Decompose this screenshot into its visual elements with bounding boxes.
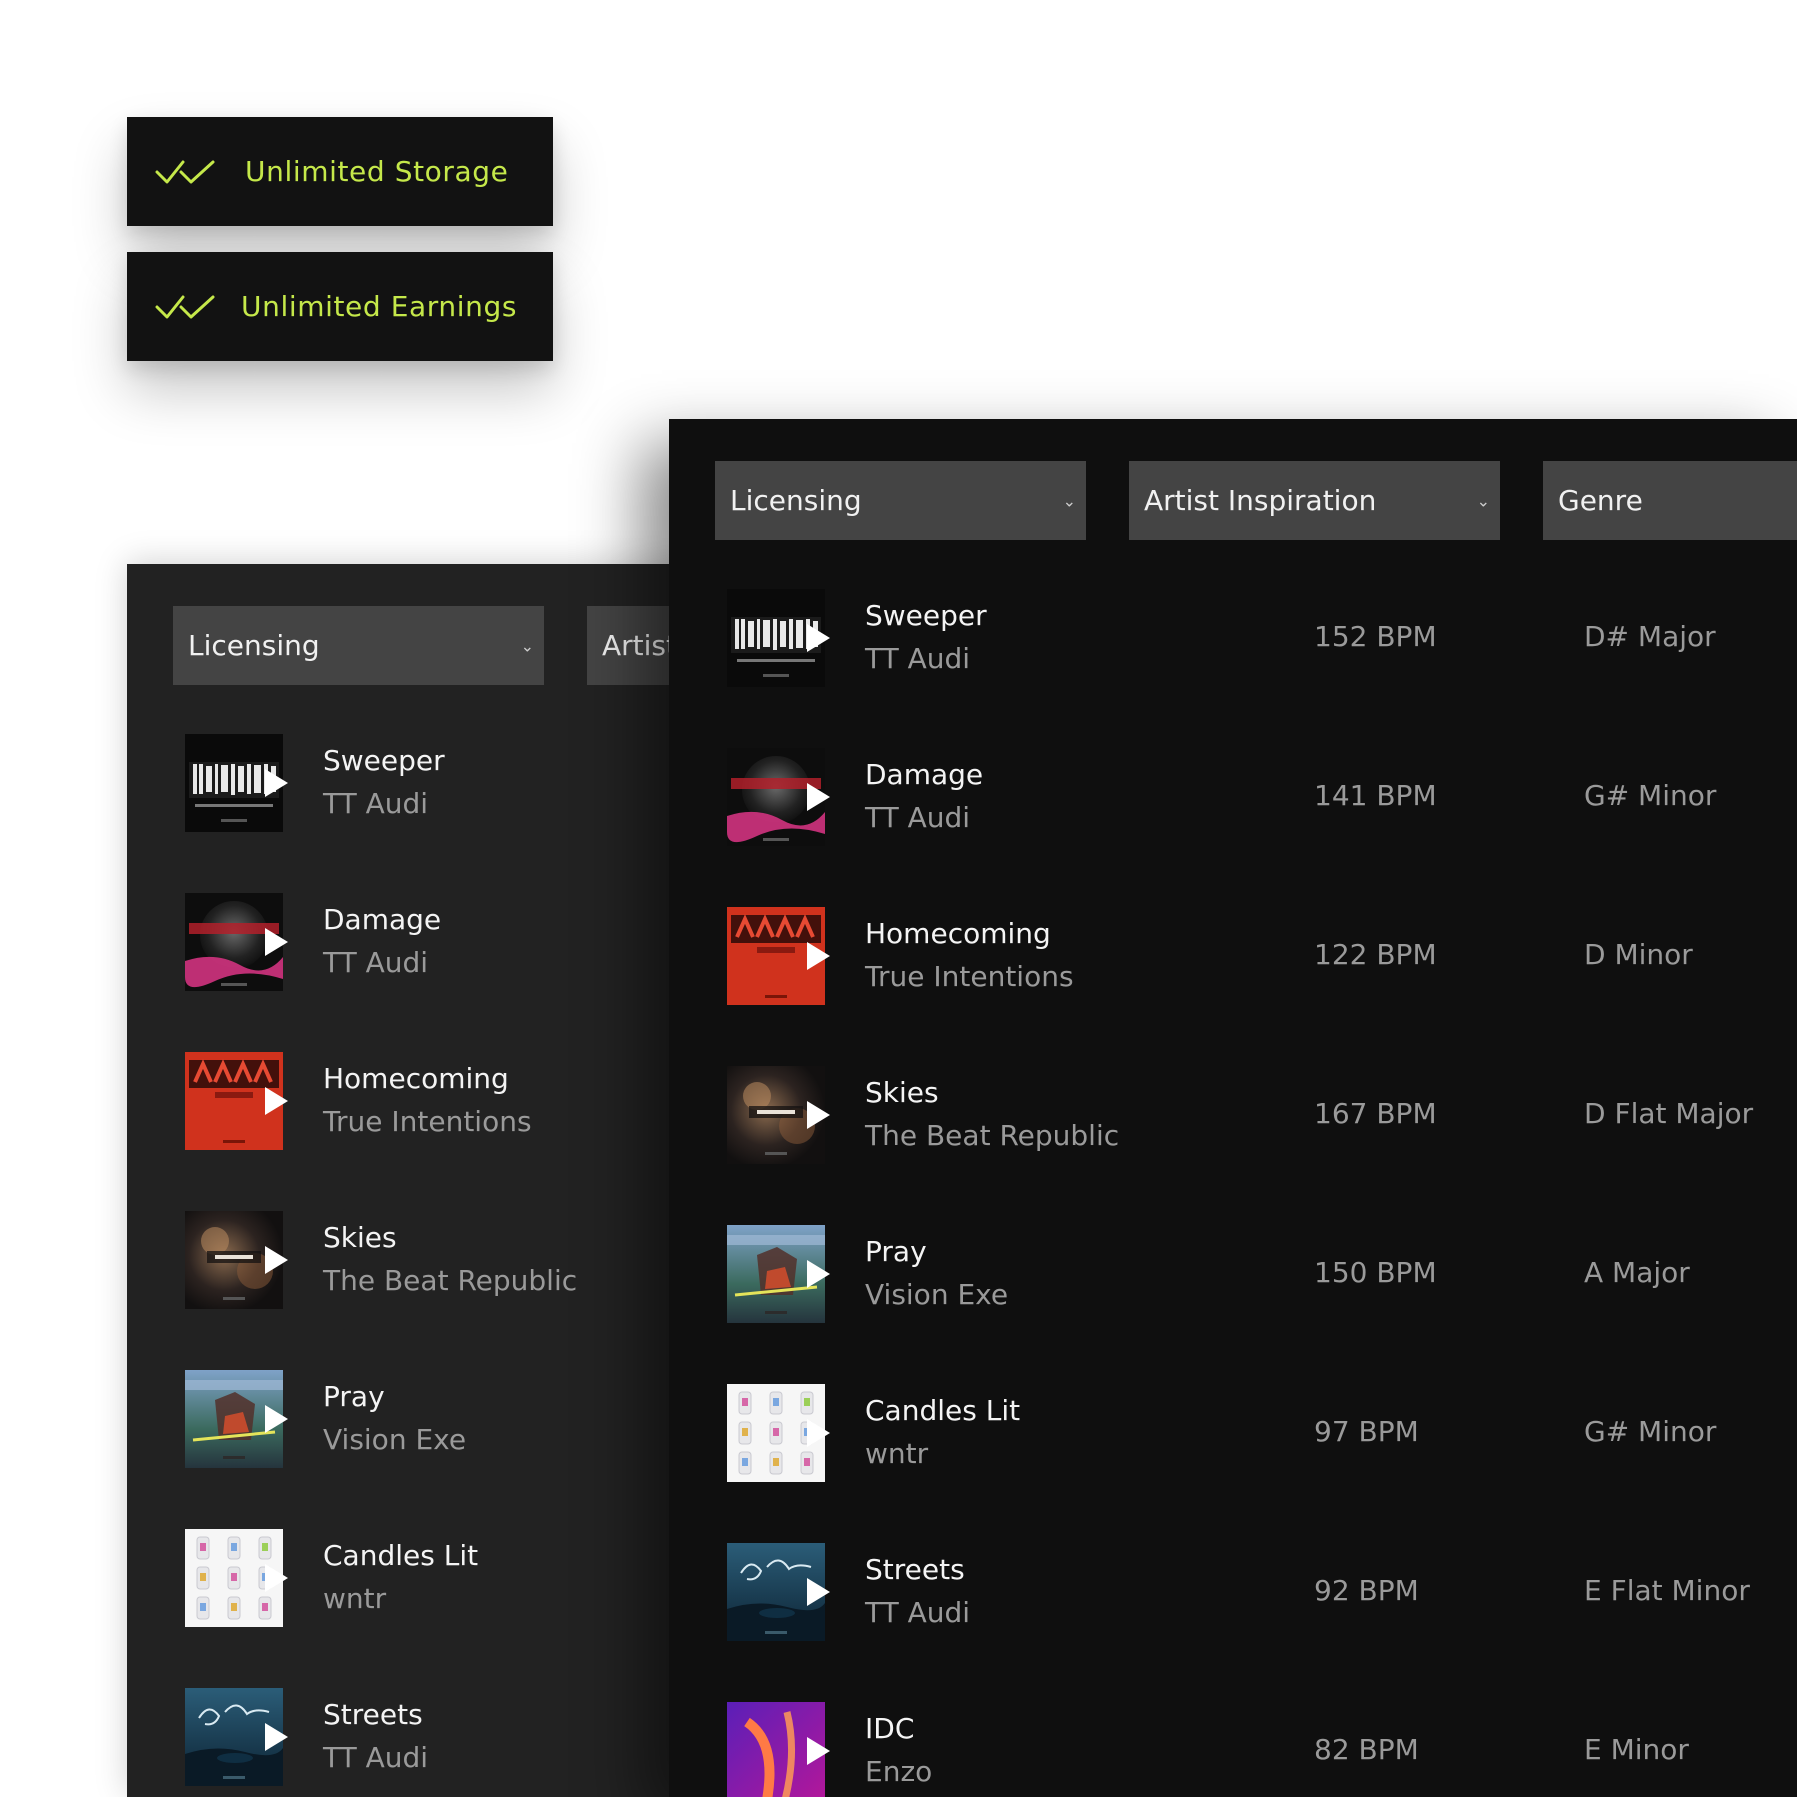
track-row[interactable]: Skies The Beat Republic 167 BPM D Flat M… bbox=[669, 1066, 1797, 1225]
track-title: Skies bbox=[323, 1221, 397, 1254]
filter-genre[interactable]: Genre bbox=[1543, 461, 1797, 540]
track-key: E Minor bbox=[1584, 1733, 1689, 1766]
track-artist: wntr bbox=[323, 1582, 387, 1615]
track-title: Streets bbox=[323, 1698, 423, 1731]
play-icon[interactable] bbox=[807, 942, 830, 970]
track-bpm: 152 BPM bbox=[1314, 620, 1437, 653]
track-bpm: 97 BPM bbox=[1314, 1415, 1419, 1448]
feature-label: Unlimited Storage bbox=[245, 155, 509, 188]
play-icon[interactable] bbox=[807, 1419, 830, 1447]
play-icon[interactable] bbox=[807, 1101, 830, 1129]
filter-label: Artist bbox=[602, 629, 677, 662]
filter-label: Licensing bbox=[730, 484, 862, 517]
track-artist: TT Audi bbox=[323, 787, 429, 820]
track-key: D Minor bbox=[1584, 938, 1693, 971]
filter-label: Artist Inspiration bbox=[1144, 484, 1377, 517]
track-title: Pray bbox=[865, 1235, 927, 1268]
track-key: A Major bbox=[1584, 1256, 1690, 1289]
filter-licensing[interactable]: Licensing ⌄ bbox=[715, 461, 1086, 540]
play-icon[interactable] bbox=[265, 1405, 288, 1433]
chevron-down-icon: ⌄ bbox=[1476, 491, 1490, 510]
filter-label: Genre bbox=[1558, 484, 1643, 517]
feature-label: Unlimited Earnings bbox=[241, 290, 518, 323]
track-artist: TT Audi bbox=[865, 801, 971, 834]
track-list-panel-front: Licensing ⌄ Artist Inspiration ⌄ Genre S… bbox=[669, 419, 1797, 1797]
track-artist: TT Audi bbox=[323, 946, 429, 979]
track-row[interactable]: Sweeper TT Audi 152 BPM D# Major bbox=[669, 589, 1797, 748]
track-artist: TT Audi bbox=[323, 1741, 429, 1774]
play-icon[interactable] bbox=[807, 624, 830, 652]
double-check-icon bbox=[155, 160, 215, 183]
track-row[interactable]: Candles Lit wntr 97 BPM G# Minor bbox=[669, 1384, 1797, 1543]
track-bpm: 82 BPM bbox=[1314, 1733, 1419, 1766]
filter-licensing[interactable]: Licensing ⌄ bbox=[173, 606, 544, 685]
track-bpm: 150 BPM bbox=[1314, 1256, 1437, 1289]
track-title: Pray bbox=[323, 1380, 385, 1413]
track-title: Sweeper bbox=[865, 599, 987, 632]
play-icon[interactable] bbox=[807, 1737, 830, 1765]
track-bpm: 141 BPM bbox=[1314, 779, 1437, 812]
track-row[interactable]: Pray Vision Exe 150 BPM A Major bbox=[669, 1225, 1797, 1384]
track-row[interactable]: Damage TT Audi 141 BPM G# Minor bbox=[669, 748, 1797, 907]
play-icon[interactable] bbox=[265, 1087, 288, 1115]
track-title: IDC bbox=[865, 1712, 915, 1745]
play-icon[interactable] bbox=[807, 783, 830, 811]
track-title: Homecoming bbox=[323, 1062, 509, 1095]
play-icon[interactable] bbox=[265, 1723, 288, 1751]
play-icon[interactable] bbox=[265, 1564, 288, 1592]
track-bpm: 167 BPM bbox=[1314, 1097, 1437, 1130]
track-artist: Vision Exe bbox=[865, 1278, 1009, 1311]
track-title: Damage bbox=[865, 758, 984, 791]
play-icon[interactable] bbox=[265, 769, 288, 797]
track-artist: True Intentions bbox=[865, 960, 1074, 993]
track-row[interactable]: Streets TT Audi 92 BPM E Flat Minor bbox=[669, 1543, 1797, 1702]
track-row[interactable]: Homecoming True Intentions 122 BPM D Min… bbox=[669, 907, 1797, 1066]
chevron-down-icon: ⌄ bbox=[1062, 491, 1076, 510]
track-bpm: 92 BPM bbox=[1314, 1574, 1419, 1607]
track-title: Skies bbox=[865, 1076, 939, 1109]
track-key: D Flat Major bbox=[1584, 1097, 1754, 1130]
track-artist: wntr bbox=[865, 1437, 929, 1470]
track-title: Homecoming bbox=[865, 917, 1051, 950]
play-icon[interactable] bbox=[265, 928, 288, 956]
filter-artist-inspiration[interactable]: Artist Inspiration ⌄ bbox=[1129, 461, 1500, 540]
track-title: Damage bbox=[323, 903, 442, 936]
track-key: D# Major bbox=[1584, 620, 1716, 653]
track-artist: True Intentions bbox=[323, 1105, 532, 1138]
track-key: G# Minor bbox=[1584, 1415, 1717, 1448]
chevron-down-icon: ⌄ bbox=[520, 636, 534, 655]
track-artist: TT Audi bbox=[865, 1596, 971, 1629]
track-artist: TT Audi bbox=[865, 642, 971, 675]
track-title: Candles Lit bbox=[865, 1394, 1021, 1427]
feature-badge-earnings: Unlimited Earnings bbox=[127, 252, 553, 361]
track-artist: Vision Exe bbox=[323, 1423, 467, 1456]
track-key: E Flat Minor bbox=[1584, 1574, 1750, 1607]
play-icon[interactable] bbox=[265, 1246, 288, 1274]
double-check-icon bbox=[155, 295, 215, 318]
track-bpm: 122 BPM bbox=[1314, 938, 1437, 971]
play-icon[interactable] bbox=[807, 1578, 830, 1606]
filter-label: Licensing bbox=[188, 629, 320, 662]
track-title: Sweeper bbox=[323, 744, 445, 777]
track-artist: The Beat Republic bbox=[323, 1264, 578, 1297]
track-artist: Enzo bbox=[865, 1755, 933, 1788]
track-artist: The Beat Republic bbox=[865, 1119, 1120, 1152]
track-title: Streets bbox=[865, 1553, 965, 1586]
play-icon[interactable] bbox=[807, 1260, 830, 1288]
track-row[interactable]: IDC Enzo 82 BPM E Minor bbox=[669, 1702, 1797, 1797]
track-key: G# Minor bbox=[1584, 779, 1717, 812]
feature-badge-storage: Unlimited Storage bbox=[127, 117, 553, 226]
track-title: Candles Lit bbox=[323, 1539, 479, 1572]
